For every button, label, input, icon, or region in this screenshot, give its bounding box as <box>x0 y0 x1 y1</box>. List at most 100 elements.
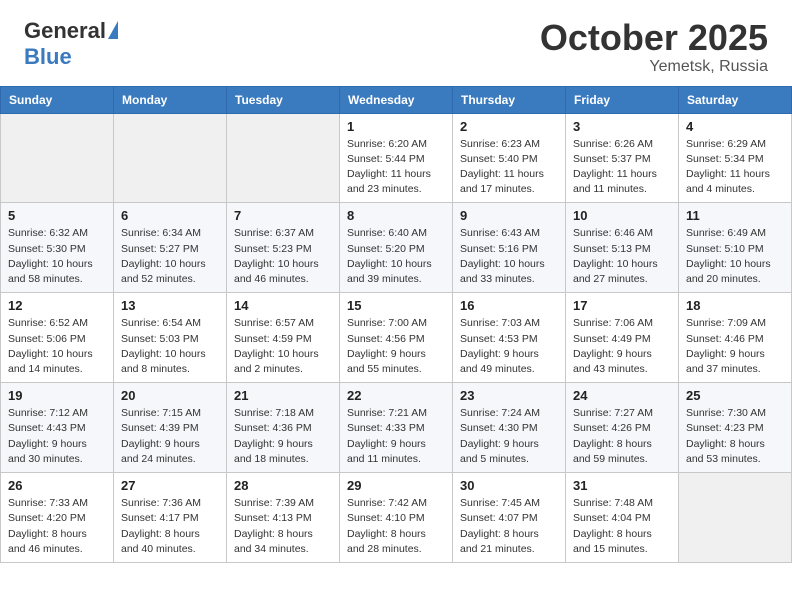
calendar-week-row: 26Sunrise: 7:33 AM Sunset: 4:20 PM Dayli… <box>1 473 792 563</box>
weekday-header-wednesday: Wednesday <box>340 86 453 113</box>
cell-day-number: 13 <box>121 298 219 313</box>
cell-day-number: 21 <box>234 388 332 403</box>
cell-day-number: 30 <box>460 478 558 493</box>
cell-daylight-info: Sunrise: 7:39 AM Sunset: 4:13 PM Dayligh… <box>234 496 332 557</box>
logo-general-text: General <box>24 18 106 44</box>
cell-daylight-info: Sunrise: 6:49 AM Sunset: 5:10 PM Dayligh… <box>686 226 784 287</box>
calendar-table: SundayMondayTuesdayWednesdayThursdayFrid… <box>0 86 792 563</box>
cell-daylight-info: Sunrise: 6:46 AM Sunset: 5:13 PM Dayligh… <box>573 226 671 287</box>
cell-daylight-info: Sunrise: 7:09 AM Sunset: 4:46 PM Dayligh… <box>686 316 784 377</box>
calendar-cell: 24Sunrise: 7:27 AM Sunset: 4:26 PM Dayli… <box>566 383 679 473</box>
cell-day-number: 19 <box>8 388 106 403</box>
calendar-cell: 12 Sunrise: 6:52 AM Sunset: 5:06 PM Dayli… <box>1 293 114 383</box>
weekday-header-monday: Monday <box>114 86 227 113</box>
cell-day-number: 17 <box>573 298 671 313</box>
calendar-cell: 22 Sunrise: 7:21 AM Sunset: 4:33 PM Dayli… <box>340 383 453 473</box>
cell-daylight-info: Sunrise: 7:24 AM Sunset: 4:30 PM Dayligh… <box>460 406 558 467</box>
calendar-cell: 14 Sunrise: 6:57 AM Sunset: 4:59 PM Dayli… <box>227 293 340 383</box>
cell-day-number: 22 <box>347 388 445 403</box>
calendar-cell: 27 Sunrise: 7:36 AM Sunset: 4:17 PM Dayli… <box>114 473 227 563</box>
cell-daylight-info: Sunrise: 7:21 AM Sunset: 4:33 PM Dayligh… <box>347 406 445 467</box>
calendar-title: October 2025 <box>540 18 768 58</box>
calendar-cell: 28 Sunrise: 7:39 AM Sunset: 4:13 PM Dayli… <box>227 473 340 563</box>
cell-day-number: 28 <box>234 478 332 493</box>
cell-day-number: 3 <box>573 119 671 134</box>
cell-daylight-info: Sunrise: 6:32 AM Sunset: 5:30 PM Dayligh… <box>8 226 106 287</box>
cell-day-number: 27 <box>121 478 219 493</box>
cell-day-number: 26 <box>8 478 106 493</box>
cell-day-number: 25 <box>686 388 784 403</box>
weekday-header-tuesday: Tuesday <box>227 86 340 113</box>
cell-daylight-info: Sunrise: 7:06 AM Sunset: 4:49 PM Dayligh… <box>573 316 671 377</box>
calendar-cell: 23 Sunrise: 7:24 AM Sunset: 4:30 PM Dayli… <box>453 383 566 473</box>
cell-day-number: 15 <box>347 298 445 313</box>
cell-daylight-info: Sunrise: 6:54 AM Sunset: 5:03 PM Dayligh… <box>121 316 219 377</box>
page: General Blue October 2025 Yemetsk, Russi… <box>0 0 792 563</box>
weekday-header-row: SundayMondayTuesdayWednesdayThursdayFrid… <box>1 86 792 113</box>
calendar-header: SundayMondayTuesdayWednesdayThursdayFrid… <box>1 86 792 113</box>
cell-day-number: 5 <box>8 208 106 223</box>
cell-daylight-info: Sunrise: 6:23 AM Sunset: 5:40 PM Dayligh… <box>460 137 558 198</box>
cell-day-number: 6 <box>121 208 219 223</box>
cell-day-number: 12 <box>8 298 106 313</box>
calendar-week-row: 19 Sunrise: 7:12 AM Sunset: 4:43 PM Dayli… <box>1 383 792 473</box>
calendar-cell <box>227 113 340 203</box>
calendar-week-row: 1 Sunrise: 6:20 AM Sunset: 5:44 PM Daylig… <box>1 113 792 203</box>
cell-daylight-info: Sunrise: 6:37 AM Sunset: 5:23 PM Dayligh… <box>234 226 332 287</box>
calendar-week-row: 5 Sunrise: 6:32 AM Sunset: 5:30 PM Daylig… <box>1 203 792 293</box>
weekday-header-friday: Friday <box>566 86 679 113</box>
calendar-cell: 10Sunrise: 6:46 AM Sunset: 5:13 PM Dayli… <box>566 203 679 293</box>
calendar-cell: 26Sunrise: 7:33 AM Sunset: 4:20 PM Dayli… <box>1 473 114 563</box>
cell-day-number: 11 <box>686 208 784 223</box>
calendar-cell: 11 Sunrise: 6:49 AM Sunset: 5:10 PM Dayli… <box>679 203 792 293</box>
cell-daylight-info: Sunrise: 6:34 AM Sunset: 5:27 PM Dayligh… <box>121 226 219 287</box>
cell-daylight-info: Sunrise: 7:03 AM Sunset: 4:53 PM Dayligh… <box>460 316 558 377</box>
calendar-cell: 5 Sunrise: 6:32 AM Sunset: 5:30 PM Daylig… <box>1 203 114 293</box>
logo: General Blue <box>24 18 118 70</box>
cell-day-number: 29 <box>347 478 445 493</box>
calendar-cell: 16 Sunrise: 7:03 AM Sunset: 4:53 PM Dayli… <box>453 293 566 383</box>
calendar-cell: 20Sunrise: 7:15 AM Sunset: 4:39 PM Dayli… <box>114 383 227 473</box>
calendar-cell: 7Sunrise: 6:37 AM Sunset: 5:23 PM Daylig… <box>227 203 340 293</box>
header: General Blue October 2025 Yemetsk, Russi… <box>0 0 792 86</box>
cell-daylight-info: Sunrise: 7:42 AM Sunset: 4:10 PM Dayligh… <box>347 496 445 557</box>
cell-day-number: 18 <box>686 298 784 313</box>
cell-daylight-info: Sunrise: 7:36 AM Sunset: 4:17 PM Dayligh… <box>121 496 219 557</box>
cell-daylight-info: Sunrise: 6:52 AM Sunset: 5:06 PM Dayligh… <box>8 316 106 377</box>
calendar-cell: 8 Sunrise: 6:40 AM Sunset: 5:20 PM Daylig… <box>340 203 453 293</box>
calendar-cell: 9 Sunrise: 6:43 AM Sunset: 5:16 PM Daylig… <box>453 203 566 293</box>
calendar-cell: 17 Sunrise: 7:06 AM Sunset: 4:49 PM Dayli… <box>566 293 679 383</box>
cell-daylight-info: Sunrise: 6:43 AM Sunset: 5:16 PM Dayligh… <box>460 226 558 287</box>
cell-daylight-info: Sunrise: 6:57 AM Sunset: 4:59 PM Dayligh… <box>234 316 332 377</box>
cell-daylight-info: Sunrise: 6:20 AM Sunset: 5:44 PM Dayligh… <box>347 137 445 198</box>
cell-day-number: 24 <box>573 388 671 403</box>
cell-day-number: 9 <box>460 208 558 223</box>
cell-daylight-info: Sunrise: 6:26 AM Sunset: 5:37 PM Dayligh… <box>573 137 671 198</box>
cell-day-number: 8 <box>347 208 445 223</box>
cell-day-number: 16 <box>460 298 558 313</box>
weekday-header-thursday: Thursday <box>453 86 566 113</box>
calendar-cell: 21 Sunrise: 7:18 AM Sunset: 4:36 PM Dayli… <box>227 383 340 473</box>
calendar-cell: 2Sunrise: 6:23 AM Sunset: 5:40 PM Daylig… <box>453 113 566 203</box>
cell-daylight-info: Sunrise: 7:00 AM Sunset: 4:56 PM Dayligh… <box>347 316 445 377</box>
cell-day-number: 1 <box>347 119 445 134</box>
calendar-cell <box>1 113 114 203</box>
cell-day-number: 14 <box>234 298 332 313</box>
cell-daylight-info: Sunrise: 7:15 AM Sunset: 4:39 PM Dayligh… <box>121 406 219 467</box>
cell-daylight-info: Sunrise: 6:29 AM Sunset: 5:34 PM Dayligh… <box>686 137 784 198</box>
calendar-cell: 30 Sunrise: 7:45 AM Sunset: 4:07 PM Dayli… <box>453 473 566 563</box>
logo-triangle-icon <box>108 21 118 39</box>
cell-daylight-info: Sunrise: 7:12 AM Sunset: 4:43 PM Dayligh… <box>8 406 106 467</box>
calendar-cell <box>114 113 227 203</box>
calendar-body: 1 Sunrise: 6:20 AM Sunset: 5:44 PM Daylig… <box>1 113 792 562</box>
calendar-cell: 4 Sunrise: 6:29 AM Sunset: 5:34 PM Daylig… <box>679 113 792 203</box>
cell-daylight-info: Sunrise: 7:30 AM Sunset: 4:23 PM Dayligh… <box>686 406 784 467</box>
calendar-cell: 3 Sunrise: 6:26 AM Sunset: 5:37 PM Daylig… <box>566 113 679 203</box>
cell-daylight-info: Sunrise: 6:40 AM Sunset: 5:20 PM Dayligh… <box>347 226 445 287</box>
cell-day-number: 4 <box>686 119 784 134</box>
calendar-cell <box>679 473 792 563</box>
calendar-cell: 13 Sunrise: 6:54 AM Sunset: 5:03 PM Dayli… <box>114 293 227 383</box>
cell-daylight-info: Sunrise: 7:45 AM Sunset: 4:07 PM Dayligh… <box>460 496 558 557</box>
cell-daylight-info: Sunrise: 7:18 AM Sunset: 4:36 PM Dayligh… <box>234 406 332 467</box>
cell-day-number: 23 <box>460 388 558 403</box>
